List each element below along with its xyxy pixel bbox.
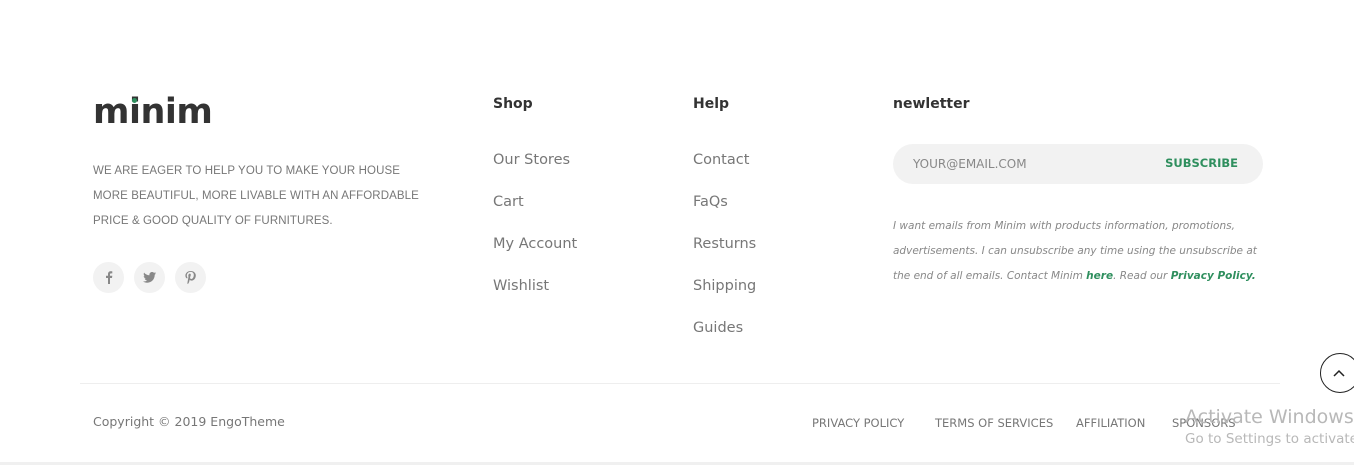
help-link-returns[interactable]: Resturns	[693, 236, 756, 278]
newsletter-disclaimer: I want emails from Minim with products i…	[893, 214, 1265, 289]
logo-dot	[132, 98, 137, 103]
shop-links: Our Stores Cart My Account Wishlist	[493, 152, 577, 320]
logo-text: minim	[93, 92, 213, 132]
footer-link-privacy-policy[interactable]: PRIVACY POLICY	[812, 416, 904, 430]
footer-link-affiliation[interactable]: AFFILIATION	[1076, 416, 1145, 430]
newsletter-form: SUBSCRIBE	[893, 144, 1263, 184]
shop-link-our-stores[interactable]: Our Stores	[493, 152, 577, 194]
newsletter-heading: newletter	[893, 96, 970, 112]
shop-heading: Shop	[493, 96, 533, 112]
help-link-contact[interactable]: Contact	[693, 152, 756, 194]
email-input[interactable]	[913, 144, 1153, 184]
help-link-guides[interactable]: Guides	[693, 320, 756, 362]
privacy-policy-link[interactable]: Privacy Policy.	[1171, 270, 1256, 282]
back-to-top-button[interactable]	[1320, 353, 1354, 393]
help-link-shipping[interactable]: Shipping	[693, 278, 756, 320]
copyright-text: Copyright © 2019 EngoTheme	[93, 414, 285, 429]
chevron-up-icon	[1333, 369, 1345, 377]
help-links: Contact FaQs Resturns Shipping Guides	[693, 152, 756, 362]
help-link-faqs[interactable]: FaQs	[693, 194, 756, 236]
contact-here-link[interactable]: here	[1086, 270, 1113, 282]
shop-link-my-account[interactable]: My Account	[493, 236, 577, 278]
twitter-icon[interactable]	[134, 262, 165, 293]
footer-link-terms-of-services[interactable]: TERMS OF SERVICES	[935, 416, 1053, 430]
pinterest-icon[interactable]	[175, 262, 206, 293]
shop-link-cart[interactable]: Cart	[493, 194, 577, 236]
social-links	[93, 262, 206, 293]
shop-link-wishlist[interactable]: Wishlist	[493, 278, 577, 320]
activate-windows-subtitle: Go to Settings to activate	[1185, 431, 1354, 447]
activate-windows-title: Activate Windows	[1185, 406, 1354, 428]
about-text: WE ARE EAGER TO HELP YOU TO MAKE YOUR HO…	[93, 165, 419, 227]
footer-divider	[80, 383, 1280, 384]
help-heading: Help	[693, 96, 730, 112]
disclaimer-text-mid: . Read our	[1113, 270, 1171, 282]
site-logo[interactable]: minim	[93, 92, 213, 132]
facebook-icon[interactable]	[93, 262, 124, 293]
subscribe-button[interactable]: SUBSCRIBE	[1165, 156, 1238, 170]
